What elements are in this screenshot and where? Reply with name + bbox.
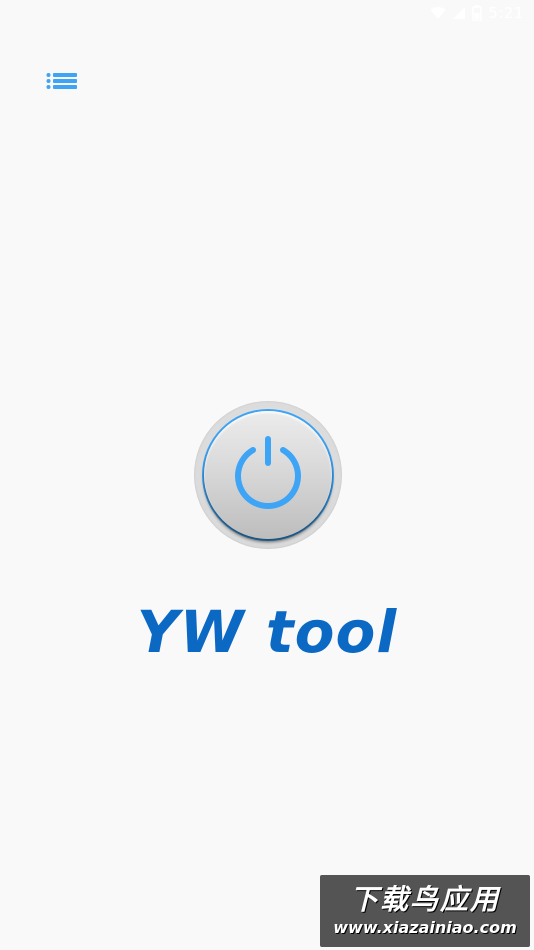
watermark-url-text: www.xiazainiao.com: [333, 918, 517, 937]
power-button-ring: [202, 409, 334, 541]
cell-signal-icon: [452, 6, 466, 20]
wifi-icon: [430, 6, 446, 20]
watermark-chinese-text: 下载鸟应用: [349, 883, 500, 916]
site-watermark: 下载鸟应用 www.xiazainiao.com: [320, 875, 530, 947]
battery-icon: [472, 5, 483, 21]
list-menu-icon: [46, 72, 78, 94]
status-time: 5:21: [488, 4, 524, 22]
app-screen: 5:21 YW tool 下载鸟应用 www.xiazainiao.com: [0, 0, 534, 950]
status-bar: 5:21: [0, 0, 534, 26]
app-title: YW tool: [136, 598, 398, 666]
menu-button[interactable]: [40, 68, 84, 98]
power-button-bezel: [194, 401, 342, 549]
power-button[interactable]: [204, 411, 332, 539]
power-icon: [230, 433, 306, 517]
